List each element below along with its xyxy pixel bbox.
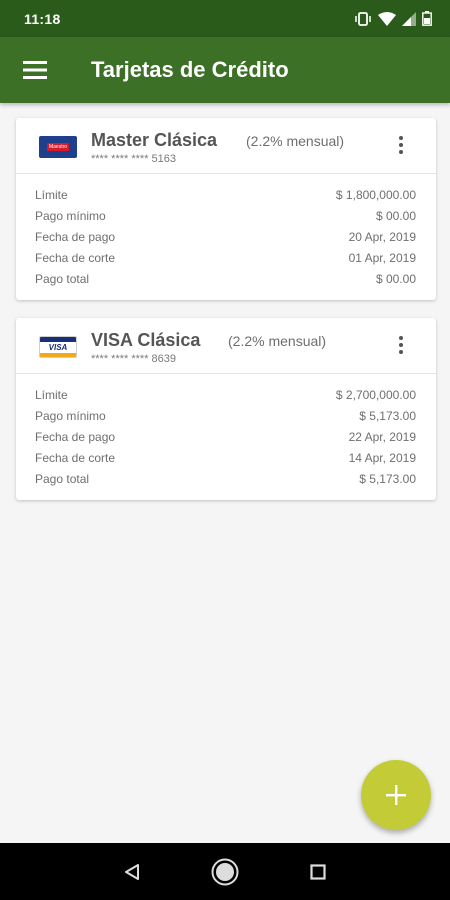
more-vert-icon: [399, 336, 403, 340]
detail-label: Límite: [35, 187, 68, 202]
card-details: Límite $ 2,700,000.00 Pago mínimo $ 5,17…: [16, 374, 436, 489]
plus-icon: [386, 785, 406, 805]
detail-label: Pago mínimo: [35, 408, 106, 423]
detail-value: 22 Apr, 2019: [348, 429, 416, 444]
navigation-bar: [0, 843, 450, 900]
detail-label: Fecha de corte: [35, 250, 116, 265]
more-vert-icon: [399, 136, 403, 140]
detail-row-fecha-corte: Fecha de corte 01 Apr, 2019: [35, 247, 416, 268]
status-bar: 11:18: [0, 0, 450, 37]
card-rate: (2.2% mensual): [228, 333, 327, 349]
home-button[interactable]: [205, 852, 245, 892]
detail-row-pago-minimo: Pago mínimo $ 00.00: [35, 205, 416, 226]
detail-value: 20 Apr, 2019: [348, 229, 416, 244]
detail-label: Pago total: [35, 271, 90, 286]
detail-row-pago-minimo: Pago mínimo $ 5,173.00: [35, 405, 416, 426]
detail-row-pago-total: Pago total $ 5,173.00: [35, 468, 416, 489]
page-title: Tarjetas de Crédito: [91, 57, 289, 82]
credit-card-item[interactable]: Maestro Master Clásica (2.2% mensual) **…: [16, 118, 436, 300]
detail-label: Fecha de corte: [35, 450, 116, 465]
card-number: **** **** **** 8639: [91, 353, 177, 365]
detail-value: 14 Apr, 2019: [348, 450, 416, 465]
recents-icon: [310, 863, 326, 880]
recents-button[interactable]: [298, 852, 338, 892]
detail-value: $ 5,173.00: [359, 471, 416, 486]
mastercard-logo: Maestro: [39, 136, 77, 158]
detail-row-fecha-pago: Fecha de pago 20 Apr, 2019: [35, 226, 416, 247]
hamburger-menu-icon: [23, 61, 47, 79]
status-icons: [354, 11, 432, 26]
detail-value: $ 00.00: [375, 271, 416, 286]
app-bar: Tarjetas de Crédito: [0, 37, 450, 103]
signal-icon: [402, 11, 416, 26]
detail-value: 01 Apr, 2019: [348, 250, 416, 265]
visa-logo: VISA: [39, 336, 77, 358]
visa-logo-text: VISA: [48, 343, 68, 352]
detail-row-limite: Límite $ 1,800,000.00: [35, 184, 416, 205]
menu-button[interactable]: [0, 37, 70, 103]
detail-label: Fecha de pago: [35, 229, 116, 244]
detail-row-fecha-corte: Fecha de corte 14 Apr, 2019: [35, 447, 416, 468]
card-details: Límite $ 1,800,000.00 Pago mínimo $ 00.0…: [16, 174, 436, 289]
home-icon: [211, 858, 239, 885]
detail-label: Fecha de pago: [35, 429, 116, 444]
card-rate: (2.2% mensual): [246, 133, 345, 149]
detail-row-fecha-pago: Fecha de pago 22 Apr, 2019: [35, 426, 416, 447]
card-name: Master Clásica: [91, 130, 218, 150]
back-button[interactable]: [112, 852, 152, 892]
wifi-icon: [378, 11, 396, 26]
card-more-button[interactable]: [390, 332, 412, 358]
detail-value: $ 00.00: [375, 208, 416, 223]
detail-label: Límite: [35, 387, 68, 402]
detail-label: Pago mínimo: [35, 208, 106, 223]
status-time: 11:18: [24, 10, 61, 27]
card-more-button[interactable]: [390, 132, 412, 158]
add-card-button[interactable]: [361, 760, 431, 830]
detail-value: $ 2,700,000.00: [335, 387, 416, 402]
detail-value: $ 1,800,000.00: [335, 187, 416, 202]
detail-row-pago-total: Pago total $ 00.00: [35, 268, 416, 289]
vibrate-icon: [355, 11, 371, 26]
detail-label: Pago total: [35, 471, 90, 486]
detail-row-limite: Límite $ 2,700,000.00: [35, 384, 416, 405]
card-header: VISA VISA Clásica (2.2% mensual) **** **…: [16, 318, 436, 374]
card-name: VISA Clásica: [91, 330, 201, 350]
detail-value: $ 5,173.00: [359, 408, 416, 423]
credit-card-item[interactable]: VISA VISA Clásica (2.2% mensual) **** **…: [16, 318, 436, 500]
card-header: Maestro Master Clásica (2.2% mensual) **…: [16, 118, 436, 174]
back-icon: [124, 863, 139, 880]
card-number: **** **** **** 5163: [91, 153, 177, 165]
battery-icon: [422, 11, 432, 26]
